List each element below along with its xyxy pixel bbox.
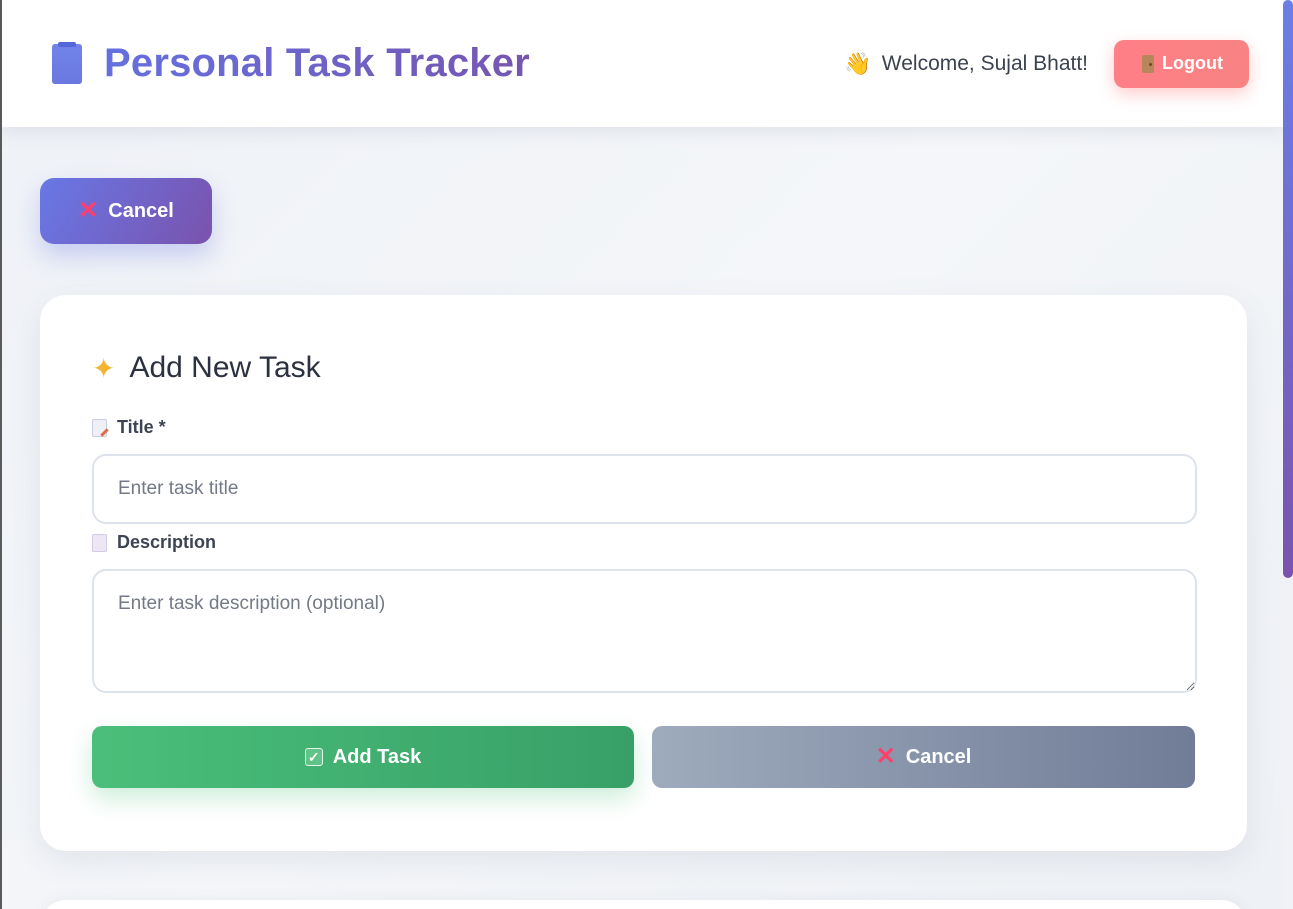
header-actions: 👋 Welcome, Sujal Bhatt! Logout [844, 39, 1249, 88]
description-label: Description [92, 532, 1195, 553]
door-icon [1142, 54, 1155, 73]
cancel-label: Cancel [905, 745, 972, 768]
form-heading-text: Add New Task [129, 351, 321, 384]
waving-hand-icon: 👋 [844, 50, 872, 76]
title-label: Title * [92, 417, 1195, 438]
document-icon [92, 533, 107, 552]
scrollbar-thumb[interactable] [1283, 0, 1293, 578]
add-task-card: ✦ Add New Task Title * Description ✓ Add… [40, 295, 1247, 851]
form-heading: ✦ Add New Task [92, 351, 1195, 385]
welcome-message: 👋 Welcome, Sujal Bhatt! [844, 51, 1088, 77]
app-header: Personal Task Tracker 👋 Welcome, Sujal B… [2, 0, 1285, 127]
task-title-input[interactable] [92, 454, 1197, 524]
title-label-text: Title * [117, 417, 166, 437]
brand: Personal Task Tracker [52, 41, 530, 86]
add-task-button[interactable]: ✓ Add Task [92, 726, 634, 788]
task-description-input[interactable] [92, 569, 1197, 693]
toggle-form-cancel-button[interactable]: ✕ Cancel [40, 178, 212, 244]
description-label-text: Description [117, 532, 217, 552]
logout-button[interactable]: Logout [1114, 39, 1249, 88]
cancel-button[interactable]: ✕ Cancel [652, 726, 1195, 788]
logout-label: Logout [1162, 53, 1223, 73]
task-list-card [40, 900, 1247, 909]
toggle-form-cancel-label: Cancel [108, 199, 174, 222]
app-title: Personal Task Tracker [104, 41, 530, 85]
memo-icon [92, 418, 107, 437]
check-icon: ✓ [304, 748, 323, 766]
close-icon: ✕ [875, 743, 896, 770]
form-actions: ✓ Add Task ✕ Cancel [92, 726, 1195, 788]
close-icon: ✕ [78, 197, 99, 224]
notebook-icon [52, 41, 82, 84]
welcome-text: Welcome, Sujal Bhatt! [881, 51, 1089, 75]
add-task-label: Add Task [332, 745, 422, 768]
sparkles-icon: ✦ [92, 352, 116, 384]
scrollbar-track[interactable] [1283, 0, 1293, 909]
